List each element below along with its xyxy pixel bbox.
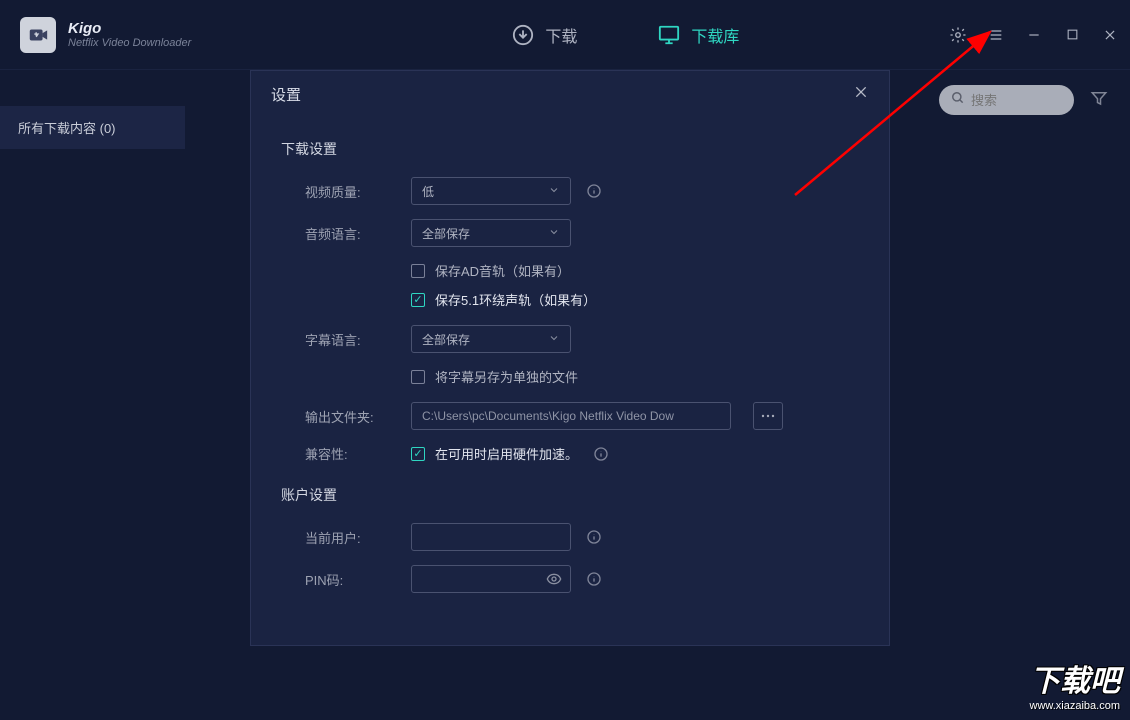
row-video-quality: 视频质量: 低 xyxy=(281,177,859,205)
tab-library-label: 下载库 xyxy=(691,23,739,47)
check-icon: ✓ xyxy=(413,447,422,460)
video-quality-value: 低 xyxy=(422,183,434,200)
check-icon: ✓ xyxy=(413,293,422,306)
search-box[interactable] xyxy=(939,85,1074,115)
51-track-label: 保存5.1环绕声轨（如果有） xyxy=(435,290,596,309)
checkbox-51-track[interactable]: ✓ xyxy=(411,293,425,307)
tab-library[interactable]: 下载库 xyxy=(657,23,739,47)
subtitle-language-value: 全部保存 xyxy=(422,331,470,348)
filter-icon[interactable] xyxy=(1090,89,1108,112)
menu-icon[interactable] xyxy=(986,25,1006,45)
subtitle-separate-label: 将字幕另存为单独的文件 xyxy=(435,367,578,386)
modal-body: 下载设置 视频质量: 低 音频语言: 全部保存 xyxy=(251,117,889,627)
tabs: 下载 下载库 xyxy=(511,23,739,47)
row-output-folder: 输出文件夹: C:\Users\pc\Documents\Kigo Netfli… xyxy=(281,402,859,430)
audio-language-select[interactable]: 全部保存 xyxy=(411,219,571,247)
download-section-title: 下载设置 xyxy=(281,139,859,159)
download-icon xyxy=(511,23,535,47)
subtitle-language-select[interactable]: 全部保存 xyxy=(411,325,571,353)
ad-track-label: 保存AD音轨（如果有） xyxy=(435,261,570,280)
watermark: 下载吧 www.xiazaiba.com xyxy=(1030,656,1120,712)
info-icon[interactable] xyxy=(585,528,603,546)
modal-close-icon[interactable] xyxy=(853,84,869,105)
chevron-down-icon xyxy=(548,226,560,241)
app-subtitle: Netflix Video Downloader xyxy=(68,37,191,49)
app-logo-icon xyxy=(20,17,56,53)
tab-download-label: 下载 xyxy=(545,23,577,47)
current-user-input[interactable] xyxy=(411,523,571,551)
video-quality-select[interactable]: 低 xyxy=(411,177,571,205)
current-user-label: 当前用户: xyxy=(305,528,411,547)
tab-download[interactable]: 下载 xyxy=(511,23,577,47)
maximize-icon[interactable] xyxy=(1062,25,1082,45)
pin-label: PIN码: xyxy=(305,570,411,589)
video-quality-label: 视频质量: xyxy=(305,182,411,201)
checkbox-hardware-accel[interactable]: ✓ xyxy=(411,447,425,461)
info-icon[interactable] xyxy=(585,570,603,588)
row-save-51-track: ✓ 保存5.1环绕声轨（如果有） xyxy=(281,290,859,309)
titlebar: Kigo Netflix Video Downloader 下载 下载库 xyxy=(0,0,1130,70)
logo-area: Kigo Netflix Video Downloader xyxy=(20,17,191,53)
search-area xyxy=(939,85,1108,115)
audio-language-value: 全部保存 xyxy=(422,225,470,242)
watermark-text: 下载吧 xyxy=(1030,656,1120,700)
minimize-icon[interactable] xyxy=(1024,25,1044,45)
output-folder-value: C:\Users\pc\Documents\Kigo Netflix Video… xyxy=(422,409,674,423)
window-controls xyxy=(948,25,1120,45)
modal-header: 设置 xyxy=(251,71,889,117)
row-save-subtitle-separate: 将字幕另存为单独的文件 xyxy=(281,367,859,386)
row-subtitle-language: 字幕语言: 全部保存 xyxy=(281,325,859,353)
pin-input[interactable] xyxy=(411,565,571,593)
eye-icon[interactable] xyxy=(546,571,562,590)
account-section-title: 账户设置 xyxy=(281,485,859,505)
checkbox-subtitle-separate[interactable] xyxy=(411,370,425,384)
library-icon xyxy=(657,23,681,47)
app-title: Kigo xyxy=(68,20,191,37)
watermark-url: www.xiazaiba.com xyxy=(1030,700,1120,712)
sidebar-item-all-downloads[interactable]: 所有下载内容 (0) xyxy=(0,106,185,149)
close-icon[interactable] xyxy=(1100,25,1120,45)
info-icon[interactable] xyxy=(585,182,603,200)
row-current-user: 当前用户: xyxy=(281,523,859,551)
chevron-down-icon xyxy=(548,184,560,199)
browse-button[interactable] xyxy=(753,402,783,430)
audio-language-label: 音频语言: xyxy=(305,224,411,243)
row-audio-language: 音频语言: 全部保存 xyxy=(281,219,859,247)
compatibility-label: 兼容性: xyxy=(305,444,411,463)
checkbox-ad-track[interactable] xyxy=(411,264,425,278)
search-input[interactable] xyxy=(971,93,1061,108)
search-icon xyxy=(951,91,965,110)
info-icon[interactable] xyxy=(592,445,610,463)
subtitle-language-label: 字幕语言: xyxy=(305,330,411,349)
output-folder-label: 输出文件夹: xyxy=(305,407,411,426)
settings-icon[interactable] xyxy=(948,25,968,45)
row-compatibility: 兼容性: ✓ 在可用时启用硬件加速。 xyxy=(281,444,859,463)
hardware-accel-label: 在可用时启用硬件加速。 xyxy=(435,444,578,463)
sidebar-item-label: 所有下载内容 (0) xyxy=(18,121,116,136)
chevron-down-icon xyxy=(548,332,560,347)
settings-modal: 设置 下载设置 视频质量: 低 音频语言: xyxy=(250,70,890,646)
row-save-ad-track: 保存AD音轨（如果有） xyxy=(281,261,859,280)
output-folder-input[interactable]: C:\Users\pc\Documents\Kigo Netflix Video… xyxy=(411,402,731,430)
row-pin: PIN码: xyxy=(281,565,859,593)
modal-title: 设置 xyxy=(271,84,301,105)
